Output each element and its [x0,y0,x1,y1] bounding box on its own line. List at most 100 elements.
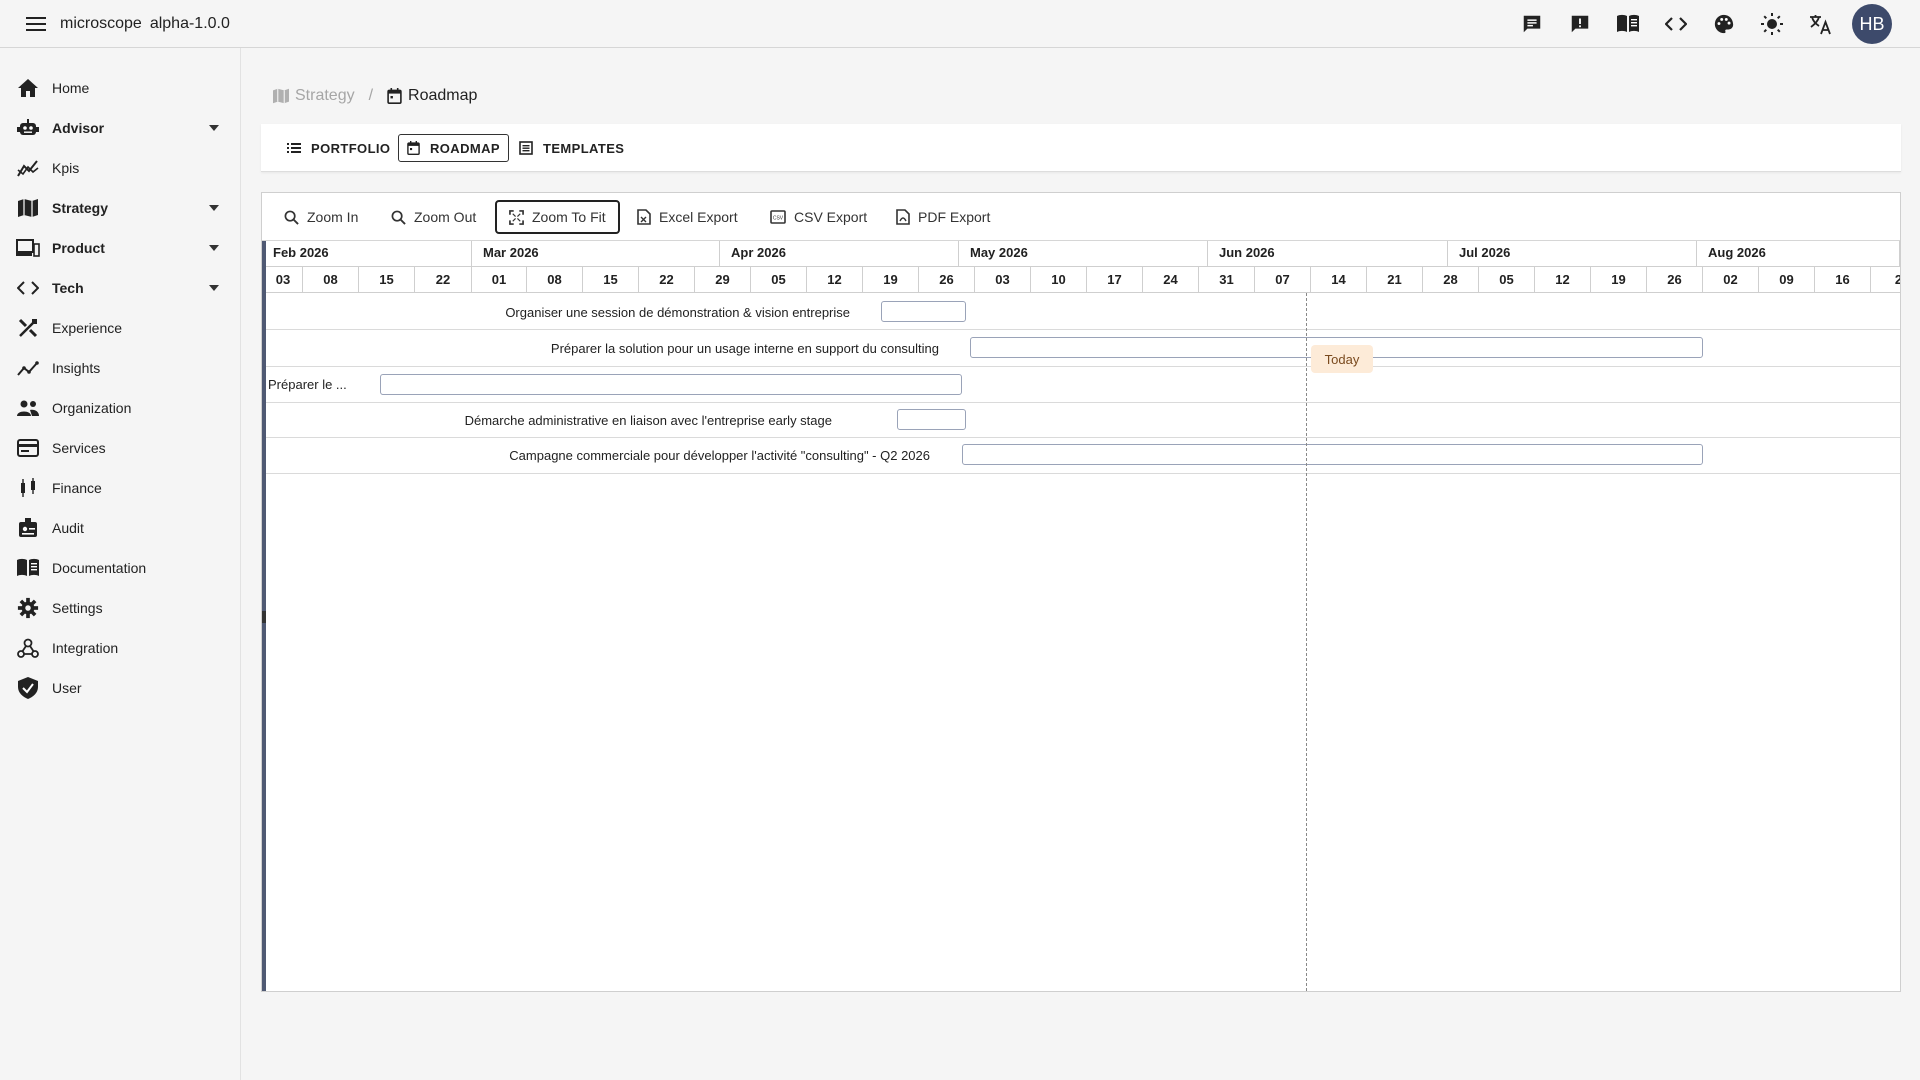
sidebar-item-label: Home [52,80,90,96]
sidebar-item-label: Documentation [52,560,147,576]
timeline-week: 26 [1647,267,1703,292]
csv-export-button[interactable]: CSV CSV Export [758,200,879,234]
sidebar-item-user[interactable]: User [0,668,240,708]
task-row[interactable]: Campagne commerciale pour développer l'a… [266,438,1900,474]
sidebar-item-advisor[interactable]: Advisor [0,108,240,148]
list-icon [287,142,301,154]
task-row[interactable]: Préparer la solution pour un usage inter… [266,330,1900,367]
sidebar-item-tech[interactable]: Tech [0,268,240,308]
timeline-week: 15 [359,267,415,292]
chevron-down-icon[interactable] [204,118,224,138]
sidebar-item-product[interactable]: Product [0,228,240,268]
timeline-weeks: 03 08 15 22 01 08 15 22 29 05 12 19 26 03 10 17 24 31 07 14… [262,267,1900,292]
docs-book-icon[interactable] [1604,0,1652,48]
zoom-out-button[interactable]: Zoom Out [379,200,488,234]
excel-export-button[interactable]: Excel Export [625,200,750,234]
timeline-week: 29 [695,267,751,292]
tab-roadmap[interactable]: ROADMAP [398,134,509,162]
timeline-week: 08 [527,267,583,292]
gantt-toolbar: Zoom In Zoom Out Zoom To Fit Excel Expor… [262,193,1900,241]
calendar-icon [387,88,402,104]
chevron-down-icon[interactable] [204,198,224,218]
menu-icon[interactable] [24,12,48,36]
timeline-month: Mar 2026 [472,241,720,267]
breadcrumb-roadmap: Roadmap [387,87,477,105]
task-row[interactable]: Préparer le ... [266,367,1900,403]
breadcrumb-current-label: Roadmap [408,87,478,104]
code-icon[interactable] [1652,0,1700,48]
tool-label: CSV Export [794,209,868,225]
sidebar-item-services[interactable]: Services [0,428,240,468]
sidebar-item-audit[interactable]: Audit [0,508,240,548]
tab-portfolio[interactable]: PORTFOLIO [279,134,398,162]
splitter-handle[interactable] [262,611,266,623]
table-icon [519,141,533,155]
timeline-week: 22 [639,267,695,292]
home-icon [16,76,40,100]
timeline-week: 01 [472,267,527,292]
sidebar-item-label: Finance [52,480,102,496]
sidebar-item-label: Integration [52,640,119,656]
timeline-week: 24 [1143,267,1199,292]
sidebar-item-insights[interactable]: Insights [0,348,240,388]
sidebar-item-experience[interactable]: Experience [0,308,240,348]
sidebar-item-label: Settings [52,600,103,616]
sidebar-item-label: Organization [52,400,132,416]
zoom-to-fit-button[interactable]: Zoom To Fit [495,200,620,234]
sidebar-item-integration[interactable]: Integration [0,628,240,668]
timeline-months: Feb 2026 Mar 2026 Apr 2026 May 2026 Jun 2026… [262,241,1900,267]
sidebar-item-finance[interactable]: Finance [0,468,240,508]
sidebar-item-documentation[interactable]: Documentation [0,548,240,588]
services-icon [16,436,40,460]
user-avatar[interactable]: HB [1852,4,1892,44]
shield-check-icon [16,676,40,700]
task-bar[interactable] [962,444,1703,465]
task-label: Préparer la solution pour un usage inter… [550,341,939,356]
tab-label: PORTFOLIO [311,140,391,156]
tool-label: Zoom To Fit [532,209,606,225]
sidebar-item-organization[interactable]: Organization [0,388,240,428]
calendar-icon [407,141,420,155]
pdf-file-icon [896,209,910,225]
devices-icon [16,236,40,260]
zoom-in-button[interactable]: Zoom In [272,200,370,234]
timeline-week: 14 [1311,267,1367,292]
app-bar: microscope alpha-1.0.0 HB [0,0,1920,48]
timeline-week: 07 [1255,267,1311,292]
sidebar-item-home[interactable]: Home [0,68,240,108]
timeline-month: Jun 2026 [1208,241,1448,267]
timeline-month: Feb 2026 [262,241,472,267]
task-bar[interactable] [897,409,966,430]
tab-templates[interactable]: TEMPLATES [511,134,632,162]
brightness-icon[interactable] [1748,0,1796,48]
translate-icon[interactable] [1796,0,1844,48]
task-label: Démarche administrative en liaison avec … [464,413,832,428]
sidebar-item-settings[interactable]: Settings [0,588,240,628]
timeline-week: 09 [1759,267,1815,292]
task-row[interactable]: Démarche administrative en liaison avec … [266,403,1900,438]
pdf-export-button[interactable]: PDF Export [884,200,1002,234]
task-bar[interactable] [380,374,962,395]
chat-icon[interactable] [1508,0,1556,48]
task-row[interactable]: Organiser une session de démonstration &… [266,294,1900,330]
sidebar-item-kpis[interactable]: Kpis [0,148,240,188]
timeline-month: Apr 2026 [720,241,959,267]
header-actions: HB [1508,0,1920,48]
sidebar-item-label: Product [52,240,105,256]
people-icon [16,396,40,420]
timeline-month: Jul 2026 [1448,241,1697,267]
timeline-week: 19 [863,267,919,292]
chevron-down-icon[interactable] [204,238,224,258]
timeline-week: 17 [1087,267,1143,292]
tab-label: ROADMAP [430,140,500,156]
task-bar[interactable] [881,301,966,322]
chevron-down-icon[interactable] [204,278,224,298]
kpi-chart-icon [16,156,40,180]
insights-icon [16,356,40,380]
app-version: alpha-1.0.0 [149,14,230,32]
palette-icon[interactable] [1700,0,1748,48]
feedback-icon[interactable] [1556,0,1604,48]
map-icon [273,88,289,104]
sidebar-item-strategy[interactable]: Strategy [0,188,240,228]
breadcrumb-strategy[interactable]: Strategy [273,87,355,105]
